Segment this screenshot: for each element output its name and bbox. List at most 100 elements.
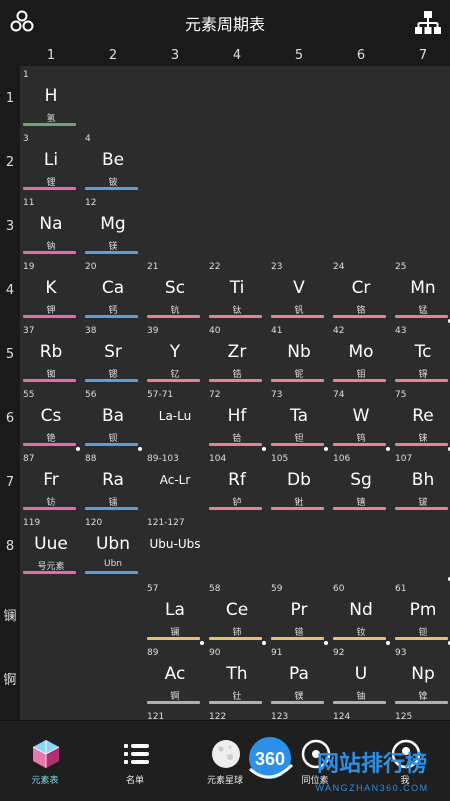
element-cell[interactable]: 58 Ce 铈 [206, 580, 268, 644]
element-cell[interactable]: 23 V 钒 [268, 258, 330, 322]
nav-tab-1[interactable]: 元素表 [0, 721, 90, 801]
element-cell[interactable]: 123 [268, 708, 330, 720]
element-cell[interactable]: 1H氢 [20, 66, 82, 130]
element-symbol: Hf [227, 406, 247, 426]
element-cell[interactable]: 119 Uue 号元素 [20, 514, 82, 578]
series-range-cell[interactable]: 89-103 Ac-Lr [144, 450, 206, 514]
element-cell[interactable]: 92 U 铀 [330, 641, 392, 708]
atomic-number: 88 [85, 454, 97, 464]
series-range-cell[interactable]: 57-71 La-Lu [144, 386, 206, 450]
element-cell[interactable]: 38 Sr 锶 [82, 322, 144, 386]
element-cell[interactable]: 90 Th 钍 [206, 641, 268, 708]
element-cell[interactable]: 22 Ti 钛 [206, 258, 268, 322]
element-cell[interactable]: 120 Ubn Ubn [82, 514, 144, 578]
element-cell[interactable]: 25 Mn 锰 [392, 258, 450, 322]
element-symbol: Nb [287, 342, 311, 362]
atomic-number: 39 [147, 326, 159, 336]
element-cell[interactable]: 55 Cs 铯 [20, 386, 82, 450]
atomic-number: 120 [85, 518, 103, 528]
planet-icon [211, 739, 241, 769]
element-cell[interactable]: 19 K 钾 [20, 258, 82, 322]
hierarchy-icon[interactable] [415, 10, 441, 36]
element-cell[interactable]: 88 Ra 镭 [82, 447, 144, 514]
radioactive-dot-icon [386, 641, 390, 645]
atomic-number: 56 [85, 390, 97, 400]
category-color-bar [271, 443, 324, 446]
element-cell[interactable]: 74 W 钨 [330, 386, 392, 450]
category-color-bar [271, 315, 324, 318]
element-cell[interactable]: 125 [392, 708, 450, 720]
category-color-bar [147, 379, 200, 382]
top-app-bar: 元素周期表 [0, 0, 450, 44]
element-cell[interactable]: 41 Nb 铌 [268, 322, 330, 386]
element-symbol: La [165, 600, 185, 620]
category-color-bar [85, 379, 138, 382]
category-color-bar [333, 701, 386, 704]
element-symbol: Rb [39, 342, 63, 362]
element-cell[interactable]: 122 [206, 708, 268, 720]
element-cell[interactable]: 87 Fr 钫 [20, 447, 82, 514]
element-cell[interactable]: 89 Ac 锕 [144, 641, 206, 708]
category-color-bar [395, 379, 448, 382]
element-symbol: Ca [101, 278, 125, 298]
element-symbol: K [45, 278, 57, 298]
atomic-number: 119 [23, 518, 41, 528]
element-cell[interactable]: 37 Rb 铷 [20, 322, 82, 386]
category-color-bar [209, 315, 262, 318]
element-cell[interactable]: 56 Ba 钡 [82, 386, 144, 450]
atomic-number: 41 [271, 326, 283, 336]
element-cell[interactable]: 106 Sg 𬭳 [330, 447, 392, 514]
element-cell[interactable]: 124 [330, 708, 392, 720]
atomic-number: 74 [333, 390, 345, 400]
element-cell[interactable]: 24 Cr 铬 [330, 258, 392, 322]
column-header-6: 6 [356, 48, 366, 63]
element-cell[interactable]: 61 Pm 钷 [392, 577, 450, 644]
atomic-number: 73 [271, 390, 283, 400]
element-cell[interactable]: 57 La 镧 [144, 580, 206, 644]
element-symbol: Cr [351, 278, 371, 298]
element-cell[interactable]: 11 Na 钠 [20, 194, 82, 258]
element-cell[interactable]: 104 Rf 𬬻 [206, 447, 268, 514]
element-cell[interactable]: 3 Li 锂 [20, 130, 82, 194]
atomic-number: 20 [85, 262, 97, 272]
category-color-bar [23, 507, 76, 510]
atomic-number: 107 [395, 454, 413, 464]
element-symbol: W [352, 406, 370, 426]
element-symbol: Np [411, 664, 435, 684]
element-cell[interactable]: 72 Hf 铪 [206, 386, 268, 450]
element-symbol: Pm [409, 600, 437, 620]
category-color-bar [333, 379, 386, 382]
nav-tab-2[interactable]: 名单 [90, 721, 180, 801]
watermark-sub: WANGZHAN360.COM [315, 783, 428, 793]
row-header-4: 4 [5, 283, 15, 298]
element-cell[interactable]: 21 Sc 钪 [144, 258, 206, 322]
element-cell[interactable]: 93 Np 镎 [392, 641, 450, 708]
element-symbol: Re [412, 406, 434, 426]
element-cell[interactable]: 60 Nd 钕 [330, 580, 392, 644]
element-cell[interactable]: 107 Bh 𬭛 [392, 447, 450, 514]
element-cell[interactable]: 75 Re 铼 [392, 386, 450, 450]
element-cell[interactable]: 121 [144, 708, 206, 720]
category-color-bar [23, 123, 76, 126]
element-cell[interactable]: 59 Pr 镨 [268, 580, 330, 644]
atomic-number: 93 [395, 648, 407, 658]
element-cell[interactable]: 42 Mo 钼 [330, 322, 392, 386]
range-numbers: 89-103 [147, 454, 179, 464]
element-cell[interactable]: 43 Tc 锝 [392, 319, 450, 386]
series-range-cell[interactable]: 121-127 Ubu-Ubs [144, 514, 206, 578]
element-cell[interactable]: 73 Ta 钽 [268, 386, 330, 450]
atomic-number: 124 [333, 712, 351, 720]
element-cell[interactable]: 20 Ca 钙 [82, 258, 144, 322]
element-symbol: Y [169, 342, 181, 362]
category-color-bar [147, 701, 200, 704]
element-cell[interactable]: 105 Db 𬭊 [268, 447, 330, 514]
element-symbol: V [293, 278, 305, 298]
element-cell[interactable]: 39 Y 钇 [144, 322, 206, 386]
element-cell[interactable]: 12 Mg 镁 [82, 194, 144, 258]
element-symbol: Li [43, 150, 59, 170]
element-symbol: Sg [350, 470, 372, 490]
element-cell[interactable]: 4 Be 铍 [82, 130, 144, 194]
category-color-bar [395, 507, 448, 510]
element-cell[interactable]: 91 Pa 镤 [268, 641, 330, 708]
element-cell[interactable]: 40 Zr 锆 [206, 322, 268, 386]
